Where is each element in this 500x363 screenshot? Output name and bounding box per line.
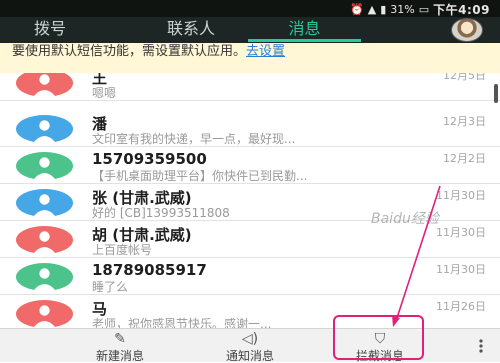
- message-list[interactable]: 王 嗯嗯 12月5日 潘 文印室有我的快递，早一点，最好现... 12月3日 1…: [0, 73, 500, 328]
- message-preview: 老师，祝你感恩节快乐。感谢一...: [92, 317, 272, 328]
- status-bar: ⏰ ▲ ▮ 31% ▭ 下午4:09: [0, 0, 500, 17]
- watermark: Baidu经验: [371, 211, 439, 227]
- default-sms-banner: 要使用默认短信功能，需设置默认应用。去设置: [0, 43, 500, 73]
- list-item[interactable]: 潘 文印室有我的快递，早一点，最好现... 12月3日: [0, 110, 500, 147]
- message-date: 12月2日: [443, 152, 486, 165]
- message-date: 11月26日: [436, 300, 486, 313]
- tab-dialer[interactable]: 拨号: [10, 17, 90, 43]
- message-date: 12月3日: [443, 115, 486, 128]
- active-tab-indicator: [248, 39, 361, 42]
- signal-icon: ▮: [380, 3, 387, 16]
- message-preview: 睡了么: [92, 280, 129, 294]
- profile-avatar[interactable]: [451, 18, 483, 42]
- clock: 下午4:09: [433, 3, 490, 17]
- contact-name: 15709359500: [92, 150, 207, 168]
- contact-avatar-icon: [16, 189, 73, 217]
- wifi-icon: ▲: [367, 3, 377, 16]
- battery-percent: 31%: [390, 3, 415, 16]
- contact-avatar-icon: [16, 152, 73, 180]
- list-item[interactable]: 15709359500 【手机桌面助理平台】你快件已到民勤... 12月2日: [0, 147, 500, 184]
- contact-name: 18789085917: [92, 261, 207, 279]
- tab-contacts[interactable]: 联系人: [136, 17, 246, 43]
- message-date: 12月5日: [443, 73, 486, 82]
- annotation-highlight-box: [333, 315, 424, 360]
- alarm-icon: ⏰: [350, 3, 364, 16]
- message-date: 11月30日: [436, 189, 486, 202]
- list-item[interactable]: 马 老师，祝你感恩节快乐。感谢一... 11月26日: [0, 295, 500, 328]
- contact-avatar-icon: [16, 115, 73, 143]
- list-item[interactable]: 王 嗯嗯 12月5日: [0, 73, 500, 101]
- banner-text: 要使用默认短信功能，需设置默认应用。: [12, 44, 247, 59]
- message-preview: 嗯嗯: [92, 86, 117, 100]
- battery-icon: ▭: [418, 3, 430, 16]
- status-icons: ⏰ ▲ ▮ 31% ▭ 下午4:09: [350, 1, 490, 18]
- message-preview: 好的 [CB]13993511808: [92, 206, 230, 220]
- overflow-menu-icon[interactable]: [476, 339, 486, 353]
- new-message-label: 新建消息: [95, 349, 144, 363]
- list-item[interactable]: 18789085917 睡了么 11月30日: [0, 258, 500, 295]
- contact-avatar-icon: [16, 73, 73, 97]
- message-preview: 文印室有我的快递，早一点，最好现...: [92, 132, 296, 146]
- notifications-button[interactable]: ◁) 通知消息: [205, 329, 295, 363]
- contact-avatar-icon: [16, 263, 73, 291]
- new-message-button[interactable]: ✎ 新建消息: [75, 329, 165, 363]
- message-preview: 【手机桌面助理平台】你快件已到民勤...: [92, 169, 308, 183]
- compose-icon: ✎: [114, 331, 126, 347]
- message-preview: 上百度帐号: [92, 243, 153, 257]
- bottom-action-bar: ✎ 新建消息 ◁) 通知消息 ⛉ 拦截消息: [0, 328, 500, 363]
- list-scrollbar[interactable]: [494, 84, 498, 103]
- set-default-link[interactable]: 去设置: [246, 44, 285, 59]
- speaker-icon: ◁): [241, 331, 259, 347]
- message-date: 11月30日: [436, 226, 486, 239]
- notifications-label: 通知消息: [225, 349, 274, 363]
- contact-avatar-icon: [16, 300, 73, 328]
- contact-avatar-icon: [16, 226, 73, 254]
- message-date: 11月30日: [436, 263, 486, 276]
